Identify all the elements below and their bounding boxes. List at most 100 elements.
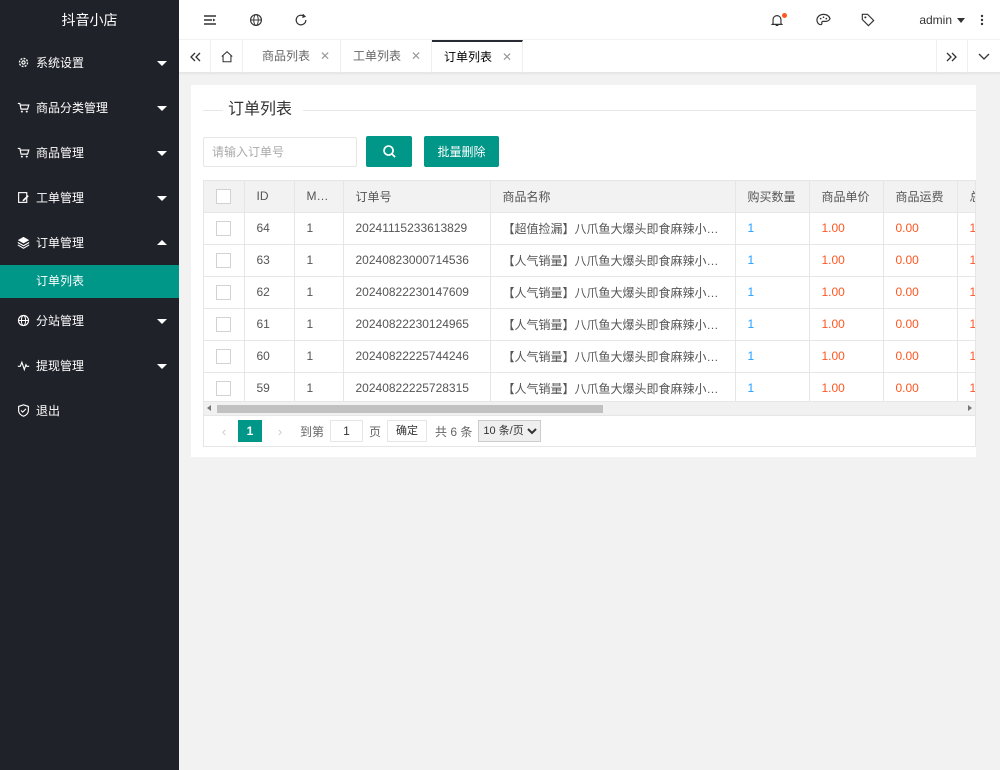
tabs-dropdown-icon[interactable] — [968, 40, 1000, 73]
chevron-down-icon — [157, 105, 167, 111]
sidebar-subitem-order-list[interactable]: 订单列表 — [0, 265, 179, 298]
cell-unit-price: 1.00 — [809, 340, 884, 373]
column-header[interactable]: ID — [244, 181, 295, 213]
sidebar-item-withdrawals[interactable]: 提现管理 — [0, 343, 179, 388]
column-header[interactable]: 订单号 — [343, 181, 491, 213]
scroll-right-arrow-icon[interactable] — [968, 405, 972, 411]
column-header[interactable]: M… — [294, 181, 344, 213]
row-checkbox[interactable] — [216, 348, 231, 364]
cart-icon — [16, 101, 30, 115]
cell-id: 59 — [244, 372, 295, 405]
cell-order-no: 20240822230124965 — [343, 308, 491, 341]
search-button[interactable] — [366, 136, 412, 167]
cell-product-name: 【人气销量】八爪鱼大爆头即食麻辣小海… — [490, 308, 736, 341]
username-label: admin — [919, 13, 952, 27]
table-row[interactable]: 64 1 20241115233613829 【超值捡漏】八爪鱼大爆头即食麻辣小… — [204, 212, 975, 245]
row-select-cell[interactable] — [204, 244, 245, 277]
cell-quantity: 1 — [735, 244, 810, 277]
total-count-text: 共 6 条 — [435, 424, 473, 439]
select-all-cell[interactable] — [204, 181, 245, 213]
sidebar-item-orders[interactable]: 订单管理 — [0, 220, 179, 265]
sidebar-item-category[interactable]: 商品分类管理 — [0, 85, 179, 130]
cell-order-no: 20241115233613829 — [343, 212, 491, 245]
chevron-up-icon — [157, 239, 167, 245]
app-title: 抖音小店 — [61, 12, 118, 28]
next-page-button[interactable]: › — [270, 424, 290, 439]
cell-product-name: 【超值捡漏】八爪鱼大爆头即食麻辣小海… — [490, 212, 736, 245]
globe-icon[interactable] — [241, 0, 271, 40]
page-size-select[interactable]: 10 条/页 — [478, 420, 542, 442]
select-all-checkbox[interactable] — [216, 188, 231, 204]
cell-id: 62 — [244, 276, 295, 309]
sidebar-item-label: 退出 — [36, 404, 61, 418]
cell-unit-price: 1.00 — [809, 212, 884, 245]
tab-ticket-list[interactable]: 工单列表 ✕ — [341, 40, 432, 73]
sidebar-item-system-settings[interactable]: 系统设置 — [0, 40, 179, 85]
column-header[interactable]: 总 — [957, 181, 975, 213]
row-checkbox[interactable] — [216, 252, 231, 268]
cell-total: 1 — [957, 372, 975, 405]
row-select-cell[interactable] — [204, 372, 245, 405]
cell-total: 1 — [957, 308, 975, 341]
cell-shipping: 0.00 — [883, 308, 958, 341]
palette-icon[interactable] — [808, 0, 838, 40]
sidebar-item-logout[interactable]: 退出 — [0, 388, 179, 433]
edit-icon — [16, 191, 30, 205]
row-checkbox[interactable] — [216, 316, 231, 332]
home-tab-icon[interactable] — [211, 40, 243, 73]
row-checkbox[interactable] — [216, 380, 231, 396]
tag-icon[interactable] — [853, 0, 883, 40]
sidebar: 抖音小店 系统设置 商品分类管理 商品管理 工单管理 订单管理 订单列表 分站管… — [0, 0, 179, 770]
menu-toggle-icon[interactable] — [195, 0, 225, 40]
goto-confirm-button[interactable]: 确定 — [387, 420, 428, 442]
cell-order-no: 20240822225744246 — [343, 340, 491, 373]
cell-total: 1 — [957, 340, 975, 373]
table-row[interactable]: 63 1 20240823000714536 【人气销量】八爪鱼大爆头即食麻辣小… — [204, 244, 975, 277]
order-number-search-input[interactable] — [203, 137, 357, 167]
horizontal-scrollbar[interactable] — [204, 401, 975, 415]
refresh-icon[interactable] — [286, 0, 316, 40]
sidebar-item-label: 分站管理 — [36, 314, 85, 328]
close-icon[interactable]: ✕ — [320, 40, 330, 73]
batch-delete-button[interactable]: 批量删除 — [424, 136, 499, 167]
goto-page-input[interactable] — [330, 420, 364, 442]
scroll-left-arrow-icon[interactable] — [207, 405, 211, 411]
table-row[interactable]: 59 1 20240822225728315 【人气销量】八爪鱼大爆头即食麻辣小… — [204, 372, 975, 405]
cell-m: 1 — [294, 276, 344, 309]
column-header[interactable]: 商品单价 — [809, 181, 884, 213]
row-checkbox[interactable] — [216, 284, 231, 300]
chevron-down-icon — [157, 363, 167, 369]
sidebar-item-tickets[interactable]: 工单管理 — [0, 175, 179, 220]
user-menu[interactable]: admin — [919, 0, 965, 40]
caret-down-icon — [957, 17, 965, 23]
cell-quantity: 1 — [735, 372, 810, 405]
tabs-scroll-left-icon[interactable] — [179, 40, 211, 73]
sidebar-item-substations[interactable]: 分站管理 — [0, 298, 179, 343]
prev-page-button[interactable]: ‹ — [214, 424, 234, 439]
tab-product-list[interactable]: 商品列表 ✕ — [250, 40, 341, 73]
more-vertical-icon[interactable] — [972, 0, 992, 40]
column-header[interactable]: 商品运费 — [883, 181, 958, 213]
divider — [203, 110, 223, 111]
table-row[interactable]: 60 1 20240822225744246 【人气销量】八爪鱼大爆头即食麻辣小… — [204, 340, 975, 373]
close-icon[interactable]: ✕ — [411, 40, 421, 73]
scrollbar-thumb[interactable] — [217, 405, 603, 413]
bell-icon[interactable] — [762, 0, 792, 40]
sidebar-item-products[interactable]: 商品管理 — [0, 130, 179, 175]
row-select-cell[interactable] — [204, 212, 245, 245]
table-row[interactable]: 61 1 20240822230124965 【人气销量】八爪鱼大爆头即食麻辣小… — [204, 308, 975, 341]
row-select-cell[interactable] — [204, 276, 245, 309]
tabs-scroll-right-icon[interactable] — [936, 40, 968, 73]
column-header[interactable]: 商品名称 — [490, 181, 736, 213]
column-header[interactable]: 购买数量 — [735, 181, 810, 213]
current-page-button[interactable]: 1 — [238, 420, 262, 442]
row-checkbox[interactable] — [216, 220, 231, 236]
tab-label: 商品列表 — [262, 49, 311, 63]
row-select-cell[interactable] — [204, 308, 245, 341]
table-row[interactable]: 62 1 20240822230147609 【人气销量】八爪鱼大爆头即食麻辣小… — [204, 276, 975, 309]
tab-order-list[interactable]: 订单列表 ✕ — [432, 40, 523, 73]
cell-unit-price: 1.00 — [809, 276, 884, 309]
row-select-cell[interactable] — [204, 340, 245, 373]
notification-dot — [782, 13, 787, 18]
close-icon[interactable]: ✕ — [502, 42, 512, 73]
